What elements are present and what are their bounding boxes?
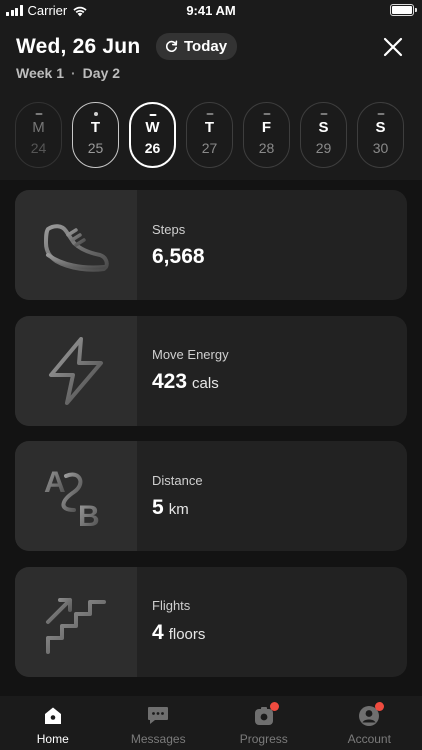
- day-status-marker: [149, 114, 156, 116]
- a-to-b-icon: A B: [44, 466, 100, 532]
- distance-info: Distance 5 km: [137, 441, 407, 551]
- lightning-icon: [49, 336, 103, 405]
- tab-account-badge: [375, 702, 385, 711]
- close-button[interactable]: [379, 33, 407, 61]
- separator-dot: ·: [71, 65, 76, 81]
- energy-label: Move Energy: [152, 347, 229, 362]
- flights-value-row: 4 floors: [152, 621, 407, 645]
- day-letter: F: [261, 119, 272, 136]
- steps-info: Steps 6,568: [137, 190, 407, 300]
- flights-label: Flights: [152, 598, 191, 613]
- day-pill-sat[interactable]: S 29: [300, 102, 347, 168]
- tab-home-label: Home: [36, 732, 69, 746]
- tab-messages[interactable]: Messages: [106, 696, 212, 750]
- flights-icon-box: [15, 566, 137, 677]
- day-letter: M: [32, 119, 45, 136]
- day-pill-fri[interactable]: F 28: [243, 102, 290, 168]
- steps-icon-box: [15, 190, 137, 300]
- flights-value: 4: [152, 621, 164, 644]
- status-bar: Carrier 9:41 AM: [0, 0, 422, 22]
- tab-progress-label: Progress: [239, 732, 288, 746]
- day-status-marker: [320, 113, 327, 115]
- tab-home[interactable]: Home: [0, 696, 106, 750]
- day-letter: T: [204, 119, 215, 136]
- energy-unit: cals: [192, 375, 219, 392]
- move-energy-card[interactable]: Move Energy 423 cals: [15, 315, 407, 426]
- metrics-list: Steps 6,568 Move Energy 423 cals A B Dis…: [15, 190, 407, 692]
- week-label: Week 1: [16, 65, 64, 81]
- day-pill-wed[interactable]: W 26: [129, 102, 176, 168]
- week-day-indicator: Week 1 · Day 2: [16, 65, 120, 81]
- sneaker-icon: [44, 224, 109, 272]
- tab-messages-label: Messages: [130, 732, 186, 746]
- today-button[interactable]: Today: [156, 33, 238, 60]
- status-time: 9:41 AM: [186, 3, 236, 18]
- day-pill-sun[interactable]: S 30: [357, 102, 404, 168]
- day-pill-tue[interactable]: T 25: [72, 102, 119, 168]
- svg-text:B: B: [78, 500, 100, 532]
- day-number: 27: [201, 140, 218, 156]
- day-number: 26: [144, 140, 161, 156]
- refresh-icon: [165, 40, 178, 52]
- week-day-selector: M 24 T 25 W 26 T 27 F 28 S 29 S 30: [15, 102, 404, 168]
- flights-info: Flights 4 floors: [137, 567, 407, 677]
- page-title: Wed, 26 Jun: [16, 35, 141, 58]
- energy-value-row: 423 cals: [152, 370, 407, 394]
- steps-value: 6,568: [152, 244, 205, 268]
- home-icon: [44, 707, 61, 724]
- day-status-marker: [377, 113, 384, 115]
- day-pill-mon[interactable]: M 24: [15, 102, 62, 168]
- tab-bar: Home Messages Progress Account: [0, 696, 422, 750]
- svg-text:A: A: [44, 466, 66, 499]
- day-number: 29: [315, 140, 332, 156]
- messages-icon: [148, 707, 169, 724]
- steps-label: Steps: [152, 221, 186, 237]
- distance-card[interactable]: A B Distance 5 km: [15, 441, 407, 551]
- day-number: 30: [372, 140, 389, 156]
- day-letter: W: [145, 119, 160, 136]
- flights-card[interactable]: Flights 4 floors: [15, 566, 407, 677]
- distance-value-row: 5 km: [152, 496, 407, 520]
- day-letter: S: [318, 119, 329, 136]
- steps-value-row: 6,568: [152, 245, 407, 269]
- distance-unit: km: [168, 500, 189, 518]
- day-pill-thu[interactable]: T 27: [186, 102, 233, 168]
- day-status-marker: [263, 113, 270, 115]
- day-label: Day 2: [82, 65, 121, 81]
- day-letter: S: [375, 119, 386, 136]
- tab-progress-badge: [269, 702, 279, 711]
- tab-progress[interactable]: Progress: [211, 696, 317, 750]
- battery-icon: [390, 4, 417, 16]
- energy-value: 423: [152, 370, 188, 393]
- day-status-marker: [35, 113, 42, 115]
- day-number: 25: [87, 140, 104, 156]
- day-number: 28: [258, 140, 275, 156]
- distance-value: 5: [152, 495, 164, 519]
- today-label: Today: [184, 38, 228, 55]
- day-letter: T: [90, 119, 101, 136]
- distance-label: Distance: [152, 472, 203, 488]
- close-icon: [383, 37, 403, 57]
- day-status-marker: [206, 113, 213, 115]
- day-status-marker: [93, 112, 98, 116]
- tab-account[interactable]: Account: [317, 696, 422, 750]
- stairs-icon: [46, 597, 106, 654]
- steps-card[interactable]: Steps 6,568: [15, 190, 407, 300]
- flights-unit: floors: [168, 626, 206, 643]
- energy-info: Move Energy 423 cals: [137, 316, 407, 426]
- distance-icon-box: A B: [15, 441, 137, 551]
- day-number: 24: [30, 140, 47, 156]
- header: Wed, 26 Jun Today Week 1 · Day 2 M 24 T …: [0, 22, 422, 180]
- energy-icon-box: [15, 315, 137, 426]
- tab-account-label: Account: [347, 732, 391, 746]
